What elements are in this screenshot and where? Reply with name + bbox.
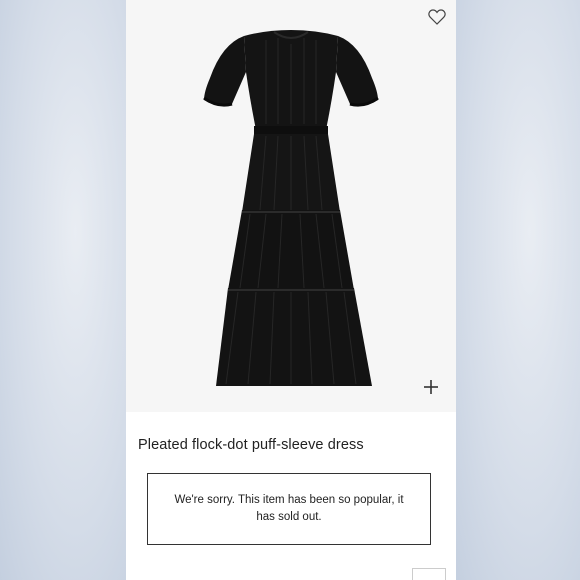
dress-illustration <box>203 30 379 386</box>
sold-out-notice: We're sorry. This item has been so popul… <box>147 473 431 545</box>
background-blur-right <box>454 0 580 580</box>
product-title: Pleated flock-dot puff-sleeve dress <box>138 437 364 453</box>
plus-icon[interactable] <box>422 378 440 396</box>
product-image[interactable] <box>126 0 456 412</box>
bottom-control[interactable] <box>412 568 446 580</box>
background-blur-left <box>0 0 126 580</box>
sold-out-message: We're sorry. This item has been so popul… <box>174 494 404 523</box>
heart-outline-icon[interactable] <box>428 9 446 25</box>
product-card: Pleated flock-dot puff-sleeve dress We'r… <box>126 0 456 580</box>
